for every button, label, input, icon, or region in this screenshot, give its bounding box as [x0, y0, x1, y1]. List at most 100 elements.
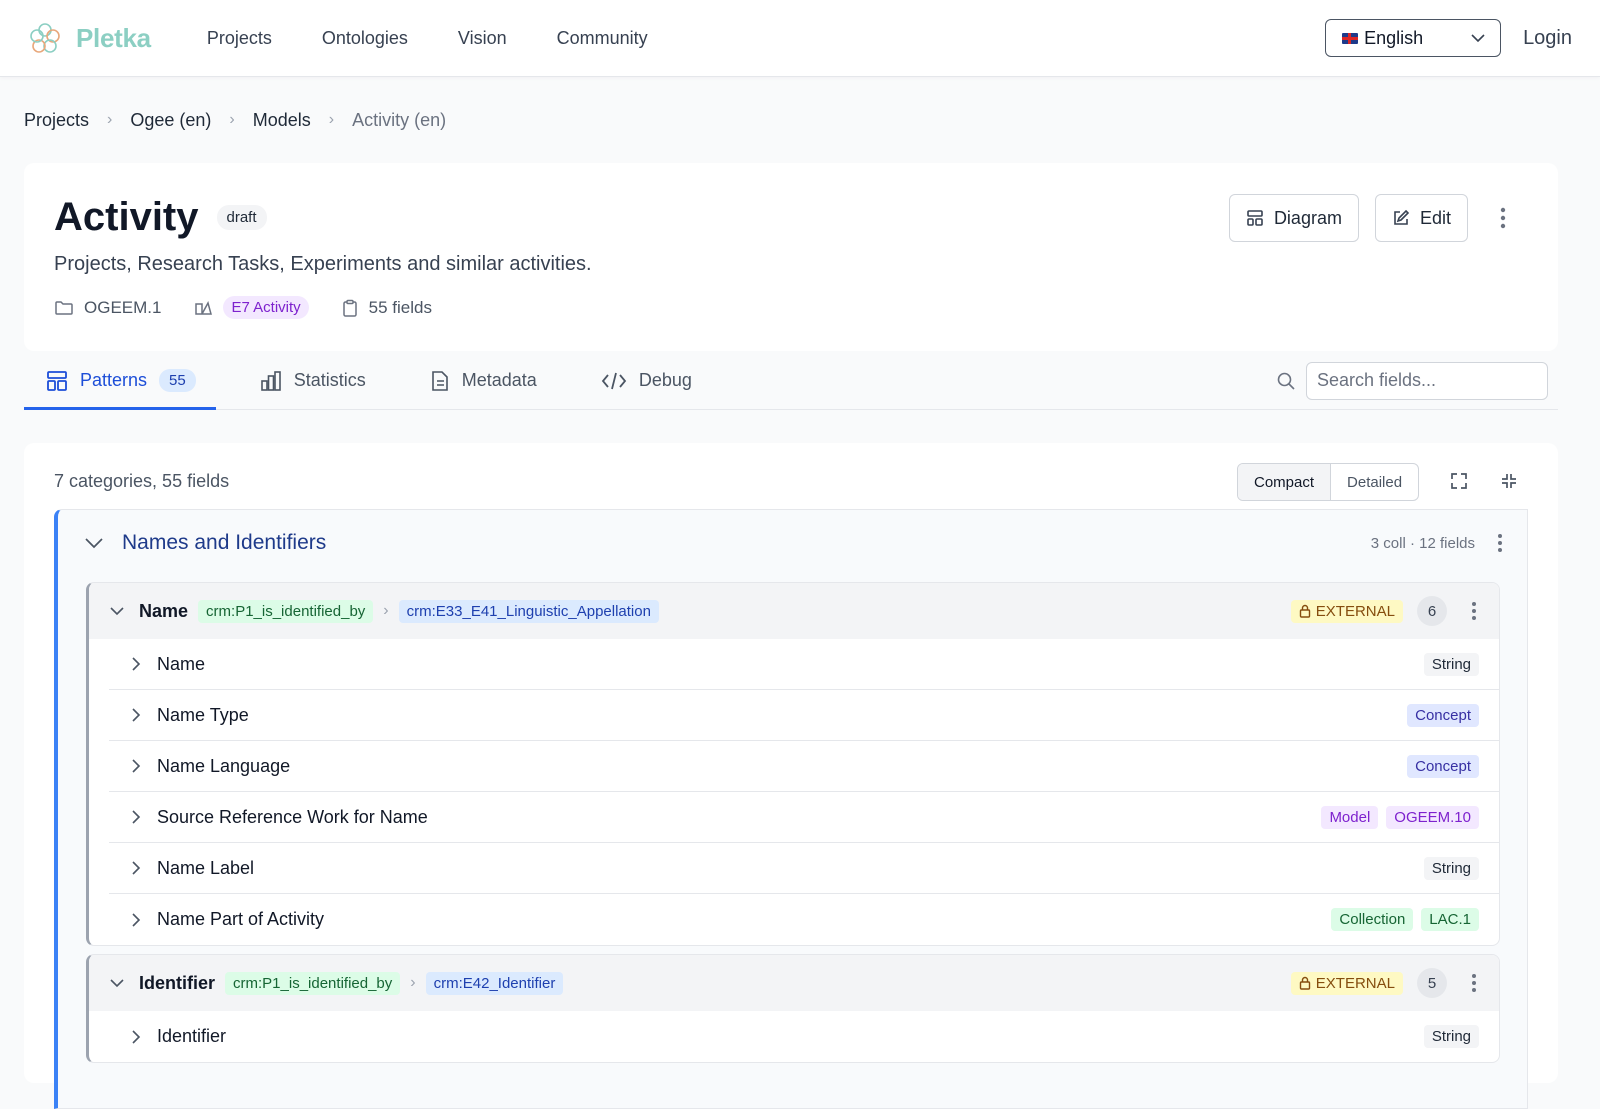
field-row[interactable]: Name Type Concept	[109, 690, 1499, 741]
property-badge: crm:P1_is_identified_by	[198, 599, 374, 623]
chevron-down-icon[interactable]	[109, 978, 125, 988]
field-row[interactable]: Name String	[109, 639, 1499, 690]
class-badge: crm:E33_E41_Linguistic_Appellation	[398, 599, 659, 623]
breadcrumb-separator: ›	[229, 111, 235, 128]
type-badge: String	[1423, 1025, 1479, 1048]
field-count: 55 fields	[368, 297, 432, 317]
chevron-right-icon[interactable]	[131, 707, 141, 723]
login-link[interactable]: Login	[1523, 27, 1572, 50]
folder-icon	[55, 300, 73, 315]
tab-patterns[interactable]: Patterns 55	[24, 352, 216, 410]
field-row[interactable]: Name Label String	[109, 843, 1499, 894]
uk-flag-icon	[1342, 32, 1359, 44]
detailed-view-button[interactable]: Detailed	[1331, 464, 1418, 500]
tab-statistics[interactable]: Statistics	[238, 352, 386, 409]
path-separator: ›	[383, 602, 389, 619]
field-row[interactable]: Source Reference Work for Name Model OGE…	[109, 792, 1499, 843]
breadcrumb-separator: ›	[107, 111, 113, 128]
breadcrumb-projects[interactable]: Projects	[24, 110, 89, 131]
bar-chart-icon	[260, 370, 281, 391]
pletka-logo-icon	[30, 23, 60, 53]
page-title: Activity	[54, 195, 199, 239]
tab-debug-label: Debug	[638, 370, 692, 390]
compact-view-button[interactable]: Compact	[1238, 464, 1332, 500]
chevron-down-icon	[1471, 34, 1485, 43]
type-badge: String	[1423, 652, 1479, 676]
edit-icon	[1394, 209, 1410, 225]
path-separator: ›	[410, 974, 416, 991]
chevron-right-icon[interactable]	[131, 912, 141, 928]
more-actions-button[interactable]	[1484, 194, 1522, 242]
breadcrumb-models[interactable]: Models	[253, 110, 311, 131]
breadcrumb-project[interactable]: Ogee (en)	[130, 110, 211, 131]
field-row[interactable]: Identifier String	[109, 1011, 1499, 1062]
model-meta: OGEEM.1 E7 Activity 55 fields	[54, 296, 432, 319]
edit-label: Edit	[1419, 207, 1451, 228]
category-names-identifiers: Names and Identifiers 3 coll · 12 fields…	[54, 509, 1528, 1109]
chevron-right-icon[interactable]	[131, 1029, 141, 1045]
external-badge: EXTERNAL	[1290, 599, 1403, 623]
chevron-right-icon[interactable]	[131, 860, 141, 876]
tab-debug[interactable]: Debug	[579, 352, 712, 409]
target-badge[interactable]: LAC.1	[1421, 908, 1479, 931]
chevron-right-icon[interactable]	[131, 758, 141, 774]
search-input[interactable]	[1306, 361, 1548, 400]
collapse-all-icon[interactable]	[1499, 471, 1519, 491]
tab-metadata[interactable]: Metadata	[408, 352, 557, 409]
tab-bar: Patterns 55 Statistics Metadata Debug	[24, 352, 1558, 410]
nav-ontologies[interactable]: Ontologies	[322, 28, 408, 49]
chevron-right-icon[interactable]	[131, 809, 141, 825]
model-header: Activity draft Projects, Research Tasks,…	[24, 163, 1558, 351]
group-name: Name crm:P1_is_identified_by › crm:E33_E…	[86, 582, 1500, 946]
chevron-down-icon[interactable]	[84, 537, 104, 549]
field-name: Source Reference Work for Name	[157, 806, 428, 827]
layout-icon	[47, 370, 67, 391]
type-badge: Collection	[1331, 908, 1414, 931]
nav-community[interactable]: Community	[557, 28, 648, 49]
category-header[interactable]: Names and Identifiers 3 coll · 12 fields	[58, 510, 1527, 576]
model-description: Projects, Research Tasks, Experiments an…	[54, 253, 592, 275]
group-header[interactable]: Name crm:P1_is_identified_by › crm:E33_E…	[89, 583, 1499, 639]
tab-patterns-count: 55	[159, 369, 196, 392]
diagram-button[interactable]: Diagram	[1228, 194, 1359, 242]
field-row[interactable]: Name Language Concept	[109, 741, 1499, 792]
group-count: 6	[1417, 596, 1447, 626]
property-badge: crm:P1_is_identified_by	[225, 971, 401, 995]
expand-all-icon[interactable]	[1449, 471, 1469, 491]
field-name: Identifier	[157, 1026, 227, 1046]
nav-projects[interactable]: Projects	[207, 28, 272, 49]
tab-metadata-label: Metadata	[461, 370, 537, 390]
group-identifier: Identifier crm:P1_is_identified_by › crm…	[86, 954, 1500, 1063]
kebab-icon[interactable]	[1497, 533, 1503, 553]
edit-button[interactable]: Edit	[1374, 194, 1468, 242]
model-id: OGEEM.1	[84, 297, 162, 317]
nav-vision[interactable]: Vision	[458, 28, 507, 49]
tab-statistics-label: Statistics	[293, 370, 366, 390]
clipboard-icon	[342, 299, 357, 317]
field-name: Name Label	[157, 857, 255, 878]
kebab-icon[interactable]	[1471, 973, 1477, 993]
type-badge: Concept	[1407, 754, 1479, 778]
type-badge: String	[1423, 856, 1479, 880]
status-badge: draft	[216, 205, 267, 230]
chevron-down-icon[interactable]	[109, 606, 125, 616]
kebab-icon[interactable]	[1471, 601, 1477, 621]
field-row[interactable]: Name Part of Activity Collection LAC.1	[109, 894, 1499, 945]
group-header[interactable]: Identifier crm:P1_is_identified_by › crm…	[89, 955, 1499, 1011]
app-name: Pletka	[76, 22, 151, 53]
top-navbar: Pletka Projects Ontologies Vision Commun…	[0, 0, 1600, 77]
type-badge: Model	[1321, 805, 1379, 829]
external-label: EXTERNAL	[1315, 602, 1395, 620]
field-name: Name Language	[157, 755, 291, 776]
diagram-icon	[1247, 210, 1263, 226]
target-badge[interactable]: OGEEM.10	[1386, 805, 1479, 829]
search-icon	[1277, 372, 1295, 390]
class-badge[interactable]: E7 Activity	[223, 296, 309, 319]
language-select[interactable]: English	[1325, 19, 1502, 57]
external-badge: EXTERNAL	[1290, 971, 1403, 995]
logo[interactable]: Pletka	[28, 21, 151, 55]
lock-icon	[1299, 604, 1310, 618]
group-count: 5	[1417, 968, 1447, 998]
shapes-icon	[195, 300, 213, 315]
chevron-right-icon[interactable]	[131, 656, 141, 672]
